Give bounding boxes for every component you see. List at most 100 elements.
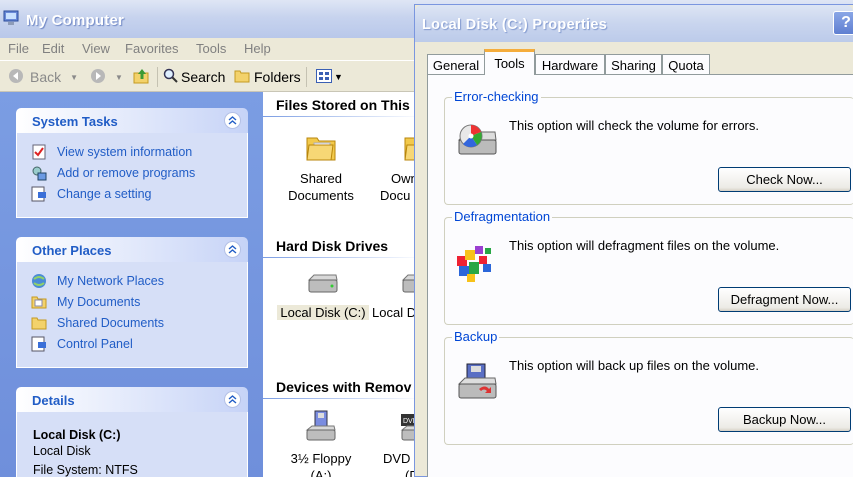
- back-arrow-icon: [8, 68, 24, 87]
- change-setting-link[interactable]: Change a setting: [17, 183, 247, 204]
- group-title: Defragmentation: [452, 209, 553, 224]
- task-pane: System Tasks View system information Add…: [0, 92, 263, 477]
- help-button[interactable]: ?: [833, 11, 853, 35]
- error-check-icon: [455, 122, 499, 160]
- check-now-button[interactable]: Check Now...: [718, 167, 851, 192]
- collapse-icon[interactable]: [224, 112, 241, 129]
- folder-icon: [234, 69, 250, 86]
- control-panel-link[interactable]: Control Panel: [17, 333, 247, 354]
- my-documents-icon: [31, 294, 49, 310]
- system-tasks-header[interactable]: System Tasks: [16, 108, 248, 133]
- tab-label: Quota: [668, 57, 704, 73]
- up-folder-button[interactable]: [133, 61, 151, 93]
- floppy-a-item[interactable]: 3½ Floppy (A:): [271, 410, 371, 477]
- link-label: View system information: [57, 144, 193, 159]
- item-label: (A:): [310, 468, 332, 477]
- link-label: Shared Documents: [57, 315, 165, 330]
- details-file-system: File System: NTFS: [33, 463, 138, 477]
- tab-tools[interactable]: Tools: [484, 49, 535, 75]
- tab-label: Tools: [494, 56, 525, 71]
- folders-label: Folders: [254, 69, 301, 85]
- backup-description: This option will back up files on the vo…: [509, 358, 760, 373]
- menu-file[interactable]: File: [8, 41, 29, 56]
- properties-dialog: Local Disk (C:) Properties ? General Too…: [414, 4, 853, 477]
- tab-hardware[interactable]: Hardware: [535, 54, 605, 75]
- details-drive-name: Local Disk (C:): [33, 428, 121, 442]
- dialog-title-bar[interactable]: Local Disk (C:) Properties ?: [415, 5, 853, 42]
- tab-label: General: [432, 57, 480, 73]
- other-places-title: Other Places: [32, 243, 112, 258]
- menu-help[interactable]: Help: [244, 41, 271, 56]
- folders-button[interactable]: Folders: [234, 61, 301, 93]
- shared-documents-item[interactable]: Shared Documents: [271, 132, 371, 204]
- search-icon: [163, 68, 178, 86]
- group-title: Error-checking: [452, 89, 541, 104]
- menu-tools[interactable]: Tools: [196, 41, 226, 56]
- back-button[interactable]: Back ▼: [8, 61, 78, 93]
- item-label: 3½ Floppy: [290, 451, 352, 466]
- details-title: Details: [32, 393, 75, 408]
- views-button[interactable]: ▼: [316, 61, 343, 93]
- menu-favorites[interactable]: Favorites: [125, 41, 178, 56]
- link-label: My Documents: [57, 294, 141, 309]
- folder-icon: [271, 132, 371, 166]
- button-label: Defragment Now...: [730, 292, 839, 307]
- forward-button[interactable]: ▼: [90, 61, 123, 93]
- chevron-down-icon: ▼: [70, 72, 79, 82]
- views-icon: [316, 68, 332, 86]
- button-label: Check Now...: [746, 172, 823, 187]
- defragment-now-button[interactable]: Defragment Now...: [718, 287, 851, 312]
- add-remove-programs-link[interactable]: Add or remove programs: [17, 162, 247, 183]
- tools-tab-panel: Error-checking This option will check th…: [427, 74, 853, 477]
- item-label: DVD: [383, 451, 411, 466]
- view-system-information-link[interactable]: View system information: [17, 141, 247, 162]
- tab-general[interactable]: General: [427, 54, 485, 75]
- content-view: Files Stored on This Shared Documents Ow…: [263, 92, 434, 477]
- up-folder-icon: [133, 67, 151, 88]
- chevron-down-icon: ▼: [115, 72, 123, 82]
- tab-quota[interactable]: Quota: [662, 54, 710, 75]
- details-header[interactable]: Details: [16, 387, 248, 412]
- hard-drive-icon: [273, 274, 373, 300]
- tab-sharing[interactable]: Sharing: [605, 54, 662, 75]
- details-panel: Details Local Disk (C:) Local Disk File …: [16, 387, 248, 477]
- tab-label: Hardware: [541, 57, 599, 73]
- item-label: Documents: [288, 188, 354, 203]
- item-label: Local D: [372, 305, 417, 320]
- backup-icon: [455, 362, 499, 400]
- item-label: Docu: [380, 188, 411, 203]
- local-disk-c-item[interactable]: Local Disk (C:): [273, 274, 373, 321]
- search-label: Search: [181, 69, 226, 85]
- system-tasks-title: System Tasks: [32, 114, 118, 129]
- search-button[interactable]: Search: [163, 61, 225, 93]
- my-documents-link[interactable]: My Documents: [17, 291, 247, 312]
- my-network-places-link[interactable]: My Network Places: [17, 270, 247, 291]
- item-label: Shared: [300, 171, 342, 186]
- item-label: Local Disk (C:): [277, 305, 369, 320]
- back-label: Back: [30, 69, 62, 85]
- link-label: Change a setting: [57, 186, 152, 201]
- defragmentation-description: This option will defragment files on the…: [509, 238, 780, 253]
- tab-label: Sharing: [611, 57, 656, 73]
- details-drive-type: Local Disk: [33, 444, 91, 458]
- menu-view[interactable]: View: [82, 41, 110, 56]
- group-header-removable: Devices with Remov: [276, 379, 412, 395]
- help-icon: ?: [841, 14, 851, 31]
- menu-edit[interactable]: Edit: [42, 41, 64, 56]
- folder-icon: [31, 315, 49, 331]
- button-label: Backup Now...: [742, 412, 827, 427]
- other-places-header[interactable]: Other Places: [16, 237, 248, 262]
- my-computer-icon: [3, 10, 21, 26]
- system-tasks-panel: System Tasks View system information Add…: [16, 108, 248, 218]
- floppy-drive-icon: [271, 410, 371, 446]
- backup-now-button[interactable]: Backup Now...: [718, 407, 851, 432]
- collapse-icon[interactable]: [224, 391, 241, 408]
- group-header-files-stored: Files Stored on This: [276, 97, 410, 113]
- shared-documents-link[interactable]: Shared Documents: [17, 312, 247, 333]
- other-places-panel: Other Places My Network Places My Docume…: [16, 237, 248, 368]
- add-remove-programs-icon: [31, 165, 49, 181]
- network-places-icon: [31, 273, 49, 289]
- link-label: My Network Places: [57, 273, 164, 288]
- collapse-icon[interactable]: [224, 241, 241, 258]
- link-label: Add or remove programs: [57, 165, 196, 180]
